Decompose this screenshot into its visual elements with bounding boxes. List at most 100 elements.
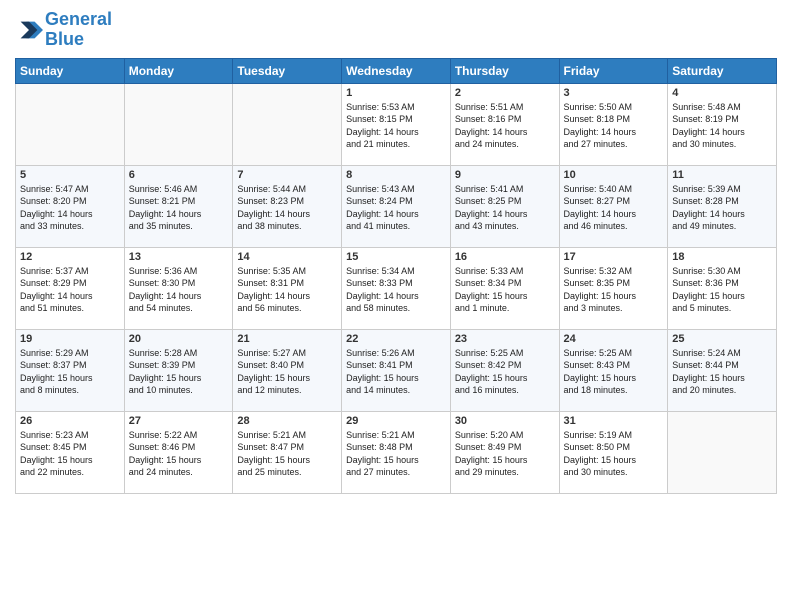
calendar-day-12: 12 Sunrise: 5:37 AMSunset: 8:29 PMDayligh… [16, 247, 125, 329]
day-info: Sunrise: 5:29 AMSunset: 8:37 PMDaylight:… [20, 347, 120, 397]
day-info: Sunrise: 5:21 AMSunset: 8:47 PMDaylight:… [237, 429, 337, 479]
day-info: Sunrise: 5:32 AMSunset: 8:35 PMDaylight:… [564, 265, 664, 315]
logo: General Blue [15, 10, 112, 50]
day-info: Sunrise: 5:27 AMSunset: 8:40 PMDaylight:… [237, 347, 337, 397]
calendar-day-11: 11 Sunrise: 5:39 AMSunset: 8:28 PMDayligh… [668, 165, 777, 247]
day-number: 27 [129, 415, 229, 427]
logo-text: General [45, 10, 112, 30]
day-info: Sunrise: 5:25 AMSunset: 8:42 PMDaylight:… [455, 347, 555, 397]
calendar-day-24: 24 Sunrise: 5:25 AMSunset: 8:43 PMDayligh… [559, 329, 668, 411]
calendar-day-18: 18Sunrise: 5:30 AMSunset: 8:36 PMDayligh… [668, 247, 777, 329]
calendar-day-5: 5Sunrise: 5:47 AMSunset: 8:20 PMDaylight… [16, 165, 125, 247]
day-info: Sunrise: 5:34 AMSunset: 8:33 PMDaylight:… [346, 265, 446, 315]
day-info: Sunrise: 5:26 AMSunset: 8:41 PMDaylight:… [346, 347, 446, 397]
calendar-day-21: 21 Sunrise: 5:27 AMSunset: 8:40 PMDayligh… [233, 329, 342, 411]
header: General Blue [15, 10, 777, 50]
day-info: Sunrise: 5:25 AMSunset: 8:43 PMDaylight:… [564, 347, 664, 397]
day-info: Sunrise: 5:46 AMSunset: 8:21 PMDaylight:… [129, 183, 229, 233]
calendar-header-row: SundayMondayTuesdayWednesdayThursdayFrid… [16, 58, 777, 83]
day-number: 24 [564, 333, 664, 345]
day-number: 14 [237, 251, 337, 263]
day-info: Sunrise: 5:19 AMSunset: 8:50 PMDaylight:… [564, 429, 664, 479]
day-info: Sunrise: 5:21 AMSunset: 8:48 PMDaylight:… [346, 429, 446, 479]
day-info: Sunrise: 5:50 AMSunset: 8:18 PMDaylight:… [564, 101, 664, 151]
day-number: 2 [455, 87, 555, 99]
calendar-day-25: 25 Sunrise: 5:24 AMSunset: 8:44 PMDayligh… [668, 329, 777, 411]
logo-icon [15, 16, 43, 44]
day-number: 30 [455, 415, 555, 427]
weekday-header-wednesday: Wednesday [342, 58, 451, 83]
day-number: 20 [129, 333, 229, 345]
calendar-day-13: 13Sunrise: 5:36 AMSunset: 8:30 PMDayligh… [124, 247, 233, 329]
calendar-day-8: 8 Sunrise: 5:43 AMSunset: 8:24 PMDaylight… [342, 165, 451, 247]
day-number: 21 [237, 333, 337, 345]
day-info: Sunrise: 5:20 AMSunset: 8:49 PMDaylight:… [455, 429, 555, 479]
calendar-week-4: 19 Sunrise: 5:29 AMSunset: 8:37 PMDayligh… [16, 329, 777, 411]
day-info: Sunrise: 5:35 AMSunset: 8:31 PMDaylight:… [237, 265, 337, 315]
day-number: 6 [129, 169, 229, 181]
day-number: 12 [20, 251, 120, 263]
day-info: Sunrise: 5:53 AMSunset: 8:15 PMDaylight:… [346, 101, 446, 151]
day-number: 7 [237, 169, 337, 181]
day-info: Sunrise: 5:24 AMSunset: 8:44 PMDaylight:… [672, 347, 772, 397]
page: General Blue SundayMondayTuesdayWednesda… [0, 0, 792, 612]
day-info: Sunrise: 5:28 AMSunset: 8:39 PMDaylight:… [129, 347, 229, 397]
day-info: Sunrise: 5:23 AMSunset: 8:45 PMDaylight:… [20, 429, 120, 479]
logo-subtext: Blue [45, 30, 112, 50]
calendar-table: SundayMondayTuesdayWednesdayThursdayFrid… [15, 58, 777, 494]
day-number: 17 [564, 251, 664, 263]
day-number: 5 [20, 169, 120, 181]
calendar-day-31: 31 Sunrise: 5:19 AMSunset: 8:50 PMDayligh… [559, 411, 668, 493]
calendar-empty [16, 83, 125, 165]
day-info: Sunrise: 5:51 AMSunset: 8:16 PMDaylight:… [455, 101, 555, 151]
day-number: 1 [346, 87, 446, 99]
weekday-header-sunday: Sunday [16, 58, 125, 83]
calendar-day-28: 28 Sunrise: 5:21 AMSunset: 8:47 PMDayligh… [233, 411, 342, 493]
day-info: Sunrise: 5:33 AMSunset: 8:34 PMDaylight:… [455, 265, 555, 315]
weekday-header-thursday: Thursday [450, 58, 559, 83]
day-info: Sunrise: 5:39 AMSunset: 8:28 PMDaylight:… [672, 183, 772, 233]
day-number: 31 [564, 415, 664, 427]
calendar-day-17: 17 Sunrise: 5:32 AMSunset: 8:35 PMDayligh… [559, 247, 668, 329]
calendar-day-1: 1 Sunrise: 5:53 AMSunset: 8:15 PMDaylight… [342, 83, 451, 165]
calendar-day-16: 16 Sunrise: 5:33 AMSunset: 8:34 PMDayligh… [450, 247, 559, 329]
calendar-day-7: 7 Sunrise: 5:44 AMSunset: 8:23 PMDaylight… [233, 165, 342, 247]
day-info: Sunrise: 5:30 AMSunset: 8:36 PMDaylight:… [672, 265, 772, 315]
day-info: Sunrise: 5:43 AMSunset: 8:24 PMDaylight:… [346, 183, 446, 233]
weekday-header-saturday: Saturday [668, 58, 777, 83]
calendar-day-2: 2 Sunrise: 5:51 AMSunset: 8:16 PMDaylight… [450, 83, 559, 165]
calendar-empty [668, 411, 777, 493]
calendar-day-23: 23 Sunrise: 5:25 AMSunset: 8:42 PMDayligh… [450, 329, 559, 411]
calendar-day-10: 10Sunrise: 5:40 AMSunset: 8:27 PMDayligh… [559, 165, 668, 247]
day-number: 25 [672, 333, 772, 345]
calendar-day-15: 15 Sunrise: 5:34 AMSunset: 8:33 PMDayligh… [342, 247, 451, 329]
calendar-day-19: 19 Sunrise: 5:29 AMSunset: 8:37 PMDayligh… [16, 329, 125, 411]
calendar-day-27: 27 Sunrise: 5:22 AMSunset: 8:46 PMDayligh… [124, 411, 233, 493]
day-number: 9 [455, 169, 555, 181]
day-info: Sunrise: 5:40 AMSunset: 8:27 PMDaylight:… [564, 183, 664, 233]
day-number: 11 [672, 169, 772, 181]
calendar-day-30: 30 Sunrise: 5:20 AMSunset: 8:49 PMDayligh… [450, 411, 559, 493]
day-info: Sunrise: 5:44 AMSunset: 8:23 PMDaylight:… [237, 183, 337, 233]
day-number: 19 [20, 333, 120, 345]
day-number: 23 [455, 333, 555, 345]
day-number: 15 [346, 251, 446, 263]
day-number: 4 [672, 87, 772, 99]
day-number: 26 [20, 415, 120, 427]
day-info: Sunrise: 5:37 AMSunset: 8:29 PMDaylight:… [20, 265, 120, 315]
day-number: 3 [564, 87, 664, 99]
calendar-week-2: 5Sunrise: 5:47 AMSunset: 8:20 PMDaylight… [16, 165, 777, 247]
calendar-day-29: 29Sunrise: 5:21 AMSunset: 8:48 PMDayligh… [342, 411, 451, 493]
calendar-day-20: 20 Sunrise: 5:28 AMSunset: 8:39 PMDayligh… [124, 329, 233, 411]
weekday-header-friday: Friday [559, 58, 668, 83]
day-info: Sunrise: 5:22 AMSunset: 8:46 PMDaylight:… [129, 429, 229, 479]
calendar-day-4: 4Sunrise: 5:48 AMSunset: 8:19 PMDaylight… [668, 83, 777, 165]
day-number: 28 [237, 415, 337, 427]
calendar-week-3: 12 Sunrise: 5:37 AMSunset: 8:29 PMDayligh… [16, 247, 777, 329]
calendar-empty [124, 83, 233, 165]
day-number: 8 [346, 169, 446, 181]
day-number: 16 [455, 251, 555, 263]
calendar-day-22: 22 Sunrise: 5:26 AMSunset: 8:41 PMDayligh… [342, 329, 451, 411]
day-number: 22 [346, 333, 446, 345]
weekday-header-tuesday: Tuesday [233, 58, 342, 83]
